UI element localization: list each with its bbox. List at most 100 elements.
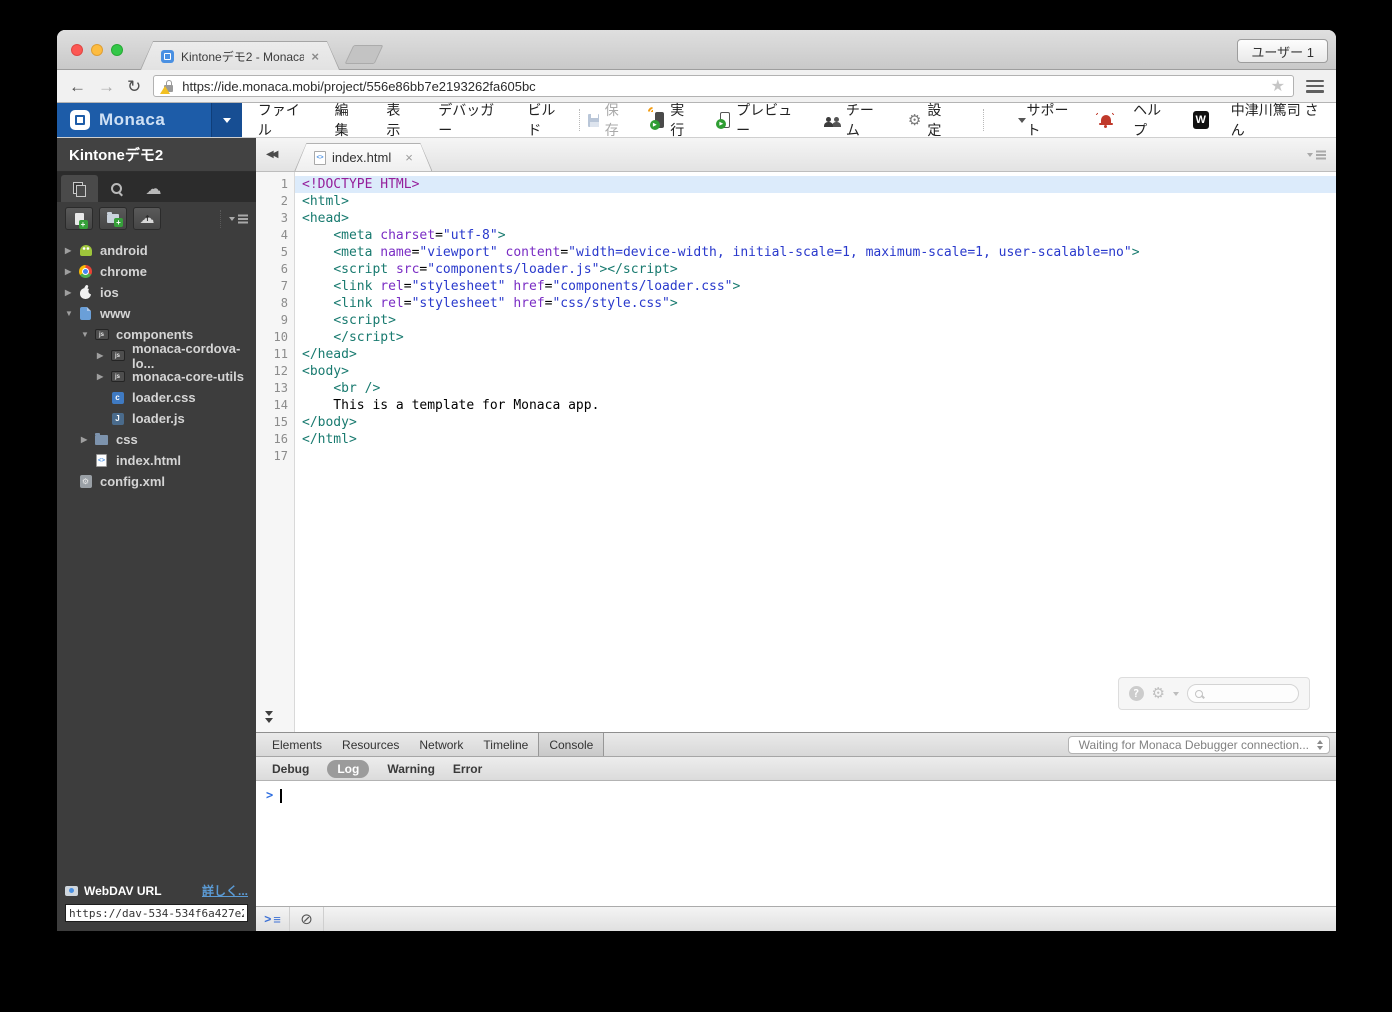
editor-tab-index-html[interactable]: <> index.html × xyxy=(294,143,432,171)
folder-icon xyxy=(93,432,110,448)
notification-bell-icon[interactable] xyxy=(1094,111,1115,128)
menu-item[interactable]: 編集 xyxy=(335,100,360,140)
tree-item-css[interactable]: ▶ css xyxy=(57,429,256,450)
console-tab-network[interactable]: Network xyxy=(409,733,473,756)
bookmark-star-icon[interactable]: ★ xyxy=(1271,76,1285,96)
console-filter-error[interactable]: Error xyxy=(453,762,482,776)
tab-file-explorer[interactable] xyxy=(61,175,98,202)
url-text: https://ide.monaca.mobi/project/556e86bb… xyxy=(182,78,536,94)
console-filter-debug[interactable]: Debug xyxy=(272,762,309,776)
expander-icon[interactable]: ▶ xyxy=(81,435,93,444)
code-line: 11 </head> xyxy=(256,346,1336,363)
expander-icon[interactable]: ▶ xyxy=(65,267,77,276)
tree-item-android[interactable]: ▶ android xyxy=(57,240,256,261)
tree-item-loader-js[interactable]: Jloader.js xyxy=(57,408,256,429)
tree-item-ios[interactable]: ▶ ios xyxy=(57,282,256,303)
menu-item[interactable]: 表示 xyxy=(386,100,411,140)
team-button[interactable]: チーム xyxy=(823,100,882,140)
new-folder-button[interactable]: + xyxy=(99,207,127,230)
menu-item[interactable]: デバッガー xyxy=(438,100,500,140)
console-filterbar: Debug Log Warning Error xyxy=(256,757,1336,781)
console-tab-elements[interactable]: Elements xyxy=(262,733,332,756)
ssl-warning-lock-icon[interactable] xyxy=(160,79,175,94)
expander-icon[interactable]: ▶ xyxy=(97,351,109,360)
account-name[interactable]: 中津川篤司 さん xyxy=(1231,100,1322,140)
new-file-button[interactable]: + xyxy=(65,207,93,230)
clear-console-button[interactable]: ⊘ xyxy=(290,907,324,931)
line-number: 7 xyxy=(280,279,288,293)
console-filter-warning[interactable]: Warning xyxy=(387,762,435,776)
editor-tab-close-icon[interactable]: × xyxy=(405,150,413,165)
tree-item-index-html[interactable]: <> index.html xyxy=(57,450,256,471)
tab-search[interactable] xyxy=(98,175,135,202)
user-avatar[interactable]: W xyxy=(1192,111,1209,129)
tree-item-config-xml[interactable]: ⚙ config.xml xyxy=(57,471,256,492)
expander-icon[interactable]: ▶ xyxy=(97,372,109,381)
tabs-scroll-left-icon[interactable]: ◀◀ xyxy=(266,149,278,160)
toolbar-right-group: サポート ヘルプ W 中津川篤司 さん xyxy=(1026,100,1336,140)
line-number: 10 xyxy=(273,330,288,344)
minimize-window-button[interactable] xyxy=(91,44,103,56)
settings-button[interactable]: ⚙ 設定 xyxy=(908,100,950,140)
search-help-icon[interactable]: ? xyxy=(1128,686,1144,701)
help-link[interactable]: ヘルプ xyxy=(1133,100,1171,140)
save-button[interactable]: 保存 xyxy=(587,100,629,140)
search-icon xyxy=(110,182,124,196)
show-console-button[interactable]: > ≡ xyxy=(256,907,290,931)
reload-icon[interactable]: ↻ xyxy=(127,78,141,95)
console-tab-console[interactable]: Console xyxy=(538,733,605,756)
tab-cloud[interactable]: ☁ xyxy=(135,175,172,202)
back-icon[interactable]: ← xyxy=(69,78,86,95)
browser-tab[interactable]: Kintoneデモ2 - Monaca × xyxy=(140,41,340,70)
forward-icon[interactable]: → xyxy=(98,78,115,95)
tree-options-icon[interactable] xyxy=(229,216,248,221)
preview-icon: ▶ xyxy=(716,112,731,129)
close-window-button[interactable] xyxy=(71,44,83,56)
console-tab-resources[interactable]: Resources xyxy=(332,733,409,756)
editor-search-input[interactable] xyxy=(1187,684,1299,703)
chrome-menu-icon[interactable] xyxy=(1306,79,1324,93)
tab-list-icon[interactable] xyxy=(1307,152,1326,157)
tab-close-icon[interactable]: × xyxy=(311,49,319,64)
upload-button[interactable]: ☁ xyxy=(133,207,161,230)
expander-icon[interactable]: ▼ xyxy=(81,330,93,339)
tree-item-label: index.html xyxy=(116,453,182,468)
support-link[interactable]: サポート xyxy=(1026,100,1076,140)
tree-item-monaca-core-utils[interactable]: ▶ js monaca-core-utils xyxy=(57,366,256,387)
new-tab-button[interactable] xyxy=(344,45,384,64)
search-settings-icon[interactable]: ⚙ xyxy=(1152,686,1165,701)
line-number: 1 xyxy=(280,177,288,191)
webdav-more-link[interactable]: 詳しく... xyxy=(202,882,248,899)
line-number: 17 xyxy=(273,449,288,463)
console-output[interactable]: > xyxy=(256,781,1336,906)
run-button[interactable]: ▶ 実行 xyxy=(645,100,694,140)
expander-icon[interactable]: ▼ xyxy=(65,309,77,318)
console-filter-log[interactable]: Log xyxy=(327,759,370,778)
gutter-collapse-icon[interactable] xyxy=(265,710,273,725)
line-number: 14 xyxy=(273,398,288,412)
webdav-label: WebDAV URL xyxy=(84,883,162,898)
browser-tab-title: Kintoneデモ2 - Monaca xyxy=(181,49,305,64)
tree-item-label: css xyxy=(116,432,138,447)
menu-item[interactable]: ファイル xyxy=(258,100,308,140)
search-options-caret-icon[interactable] xyxy=(1173,691,1179,696)
debugger-connection-select[interactable]: Waiting for Monaca Debugger connection..… xyxy=(1067,736,1330,754)
zoom-window-button[interactable] xyxy=(111,44,123,56)
webdav-url-input[interactable] xyxy=(65,904,248,922)
preview-button[interactable]: ▶ プレビュー xyxy=(716,100,796,140)
html-file-icon: <> xyxy=(314,151,326,165)
tree-item-loader-css[interactable]: c loader.css xyxy=(57,387,256,408)
settings-dropdown-icon[interactable] xyxy=(1018,117,1027,123)
expander-icon[interactable]: ▶ xyxy=(65,246,77,255)
expander-icon[interactable]: ▶ xyxy=(65,288,77,297)
menu-item[interactable]: ビルド xyxy=(527,100,564,140)
address-field[interactable]: https://ide.monaca.mobi/project/556e86bb… xyxy=(153,75,1294,97)
console-tab-timeline[interactable]: Timeline xyxy=(473,733,538,756)
chrome-user-button[interactable]: ユーザー 1 xyxy=(1237,39,1328,63)
line-number: 16 xyxy=(273,432,288,446)
brand-dropdown-button[interactable] xyxy=(211,103,242,137)
tree-item-monaca-cordova-lo-[interactable]: ▶ js monaca-cordova-lo... xyxy=(57,341,256,371)
tree-item-www[interactable]: ▼ www xyxy=(57,303,256,324)
code-editor[interactable]: 1 <!DOCTYPE HTML> 2 <html> 3 <head> 4 <meta ch… xyxy=(256,172,1336,732)
tree-item-chrome[interactable]: ▶ chrome xyxy=(57,261,256,282)
